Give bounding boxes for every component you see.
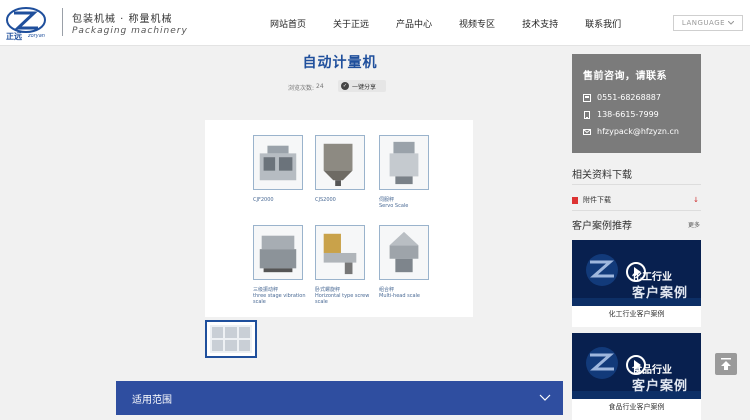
share-button[interactable]: ✓ 一键分享 xyxy=(338,80,386,92)
product-photo-screw-scale xyxy=(315,225,365,280)
case-card-food[interactable]: 食品行业 客户案例 食品行业客户案例 xyxy=(572,333,701,420)
share-icon: ✓ xyxy=(341,82,349,90)
product-label-6: 组合秤 Multi-head scale xyxy=(379,287,420,299)
product-label-2: CJS2000 xyxy=(315,197,336,203)
case-video-thumbnail: 化工行业 客户案例 xyxy=(572,240,701,306)
downloads-bottom-divider xyxy=(572,210,701,211)
product-label-3: 伺服秤 Servo Scale xyxy=(379,197,409,209)
contact-title: 售前咨询，请联系 xyxy=(583,71,667,82)
application-scope-toggle[interactable]: 适用范围 xyxy=(116,381,563,415)
back-to-top-button[interactable] xyxy=(715,353,737,375)
scope-label: 适用范围 xyxy=(132,394,172,406)
logo-divider xyxy=(62,8,63,36)
product-label-4: 三级振动秤 three stage vibration scale xyxy=(253,287,306,305)
download-label: 附件下载 xyxy=(583,196,611,204)
views-number: 24 xyxy=(316,83,324,90)
case-card-chemical[interactable]: 化工行业 客户案例 化工行业客户案例 xyxy=(572,240,701,327)
product-image: CJF2000 CJS2000 伺服秤 Servo Scale 三级振动秤 thre… xyxy=(205,120,473,317)
nav-products[interactable]: 产品中心 xyxy=(396,17,432,30)
company-logo[interactable]: 正远 zoryan xyxy=(4,4,48,42)
nav-home[interactable]: 网站首页 xyxy=(270,17,306,30)
product-photo-cjs2000 xyxy=(315,135,365,190)
product-thumbnail[interactable] xyxy=(205,320,257,358)
chevron-down-icon xyxy=(539,394,551,401)
case-video-thumbnail: 食品行业 客户案例 xyxy=(572,333,701,399)
product-label-5: 卧式螺旋秤 Horizontal type screw scale xyxy=(315,287,370,305)
downloads-divider xyxy=(572,184,701,185)
case-caption: 食品行业客户案例 xyxy=(608,403,665,411)
case-caption: 化工行业客户案例 xyxy=(608,310,665,318)
chevron-down-icon xyxy=(728,21,735,25)
logo-text-en: zoryan xyxy=(28,33,45,39)
nav-support[interactable]: 技术支持 xyxy=(522,17,558,30)
mobile-icon xyxy=(584,110,590,119)
slogan-cn: 包装机械 · 称量机械 xyxy=(72,14,173,25)
attachment-download[interactable]: 附件下载 ↓ xyxy=(572,193,701,207)
more-cases-link[interactable]: 更多 xyxy=(688,220,700,229)
share-label: 一键分享 xyxy=(352,83,377,91)
language-label: LANGUAGE xyxy=(681,19,726,27)
product-photo-vibration-scale xyxy=(253,225,303,280)
contact-mobile[interactable]: 138-6615-7999 xyxy=(583,110,659,119)
contact-box: 售前咨询，请联系 0551-68268887 138-6615-7999 hfz… xyxy=(572,54,701,153)
site-header: 正远 zoryan 包装机械 · 称量机械 Packaging machiner… xyxy=(0,0,750,46)
download-arrow-icon: ↓ xyxy=(693,196,699,204)
main-nav: 网站首页 关于正远 产品中心 视频专区 技术支持 联系我们 xyxy=(270,0,621,46)
contact-email[interactable]: hfzypack@hfzyzn.cn xyxy=(583,127,679,136)
slogan-en: Packaging machinery xyxy=(72,26,188,36)
cases-title: 客户案例推荐 xyxy=(572,221,632,232)
logo-text-cn: 正远 xyxy=(6,32,22,41)
arrow-up-icon xyxy=(721,358,731,370)
product-label-1: CJF2000 xyxy=(253,197,274,203)
phone-icon xyxy=(583,93,591,102)
product-photo-multihead-scale xyxy=(379,225,429,280)
downloads-title: 相关资料下载 xyxy=(572,170,632,181)
mail-icon xyxy=(583,128,591,135)
nav-about[interactable]: 关于正远 xyxy=(333,17,369,30)
product-photo-cjf2000 xyxy=(253,135,303,190)
contact-phone[interactable]: 0551-68268887 xyxy=(583,93,661,102)
file-icon xyxy=(572,196,578,204)
view-count: 浏览次数: 24 xyxy=(288,83,324,92)
nav-contact[interactable]: 联系我们 xyxy=(585,17,621,30)
product-title: 自动计量机 xyxy=(302,55,378,71)
product-photo-servo-scale xyxy=(379,135,429,190)
language-select[interactable]: LANGUAGE xyxy=(673,15,743,31)
nav-videos[interactable]: 视频专区 xyxy=(459,17,495,30)
views-label: 浏览次数: xyxy=(288,85,315,92)
